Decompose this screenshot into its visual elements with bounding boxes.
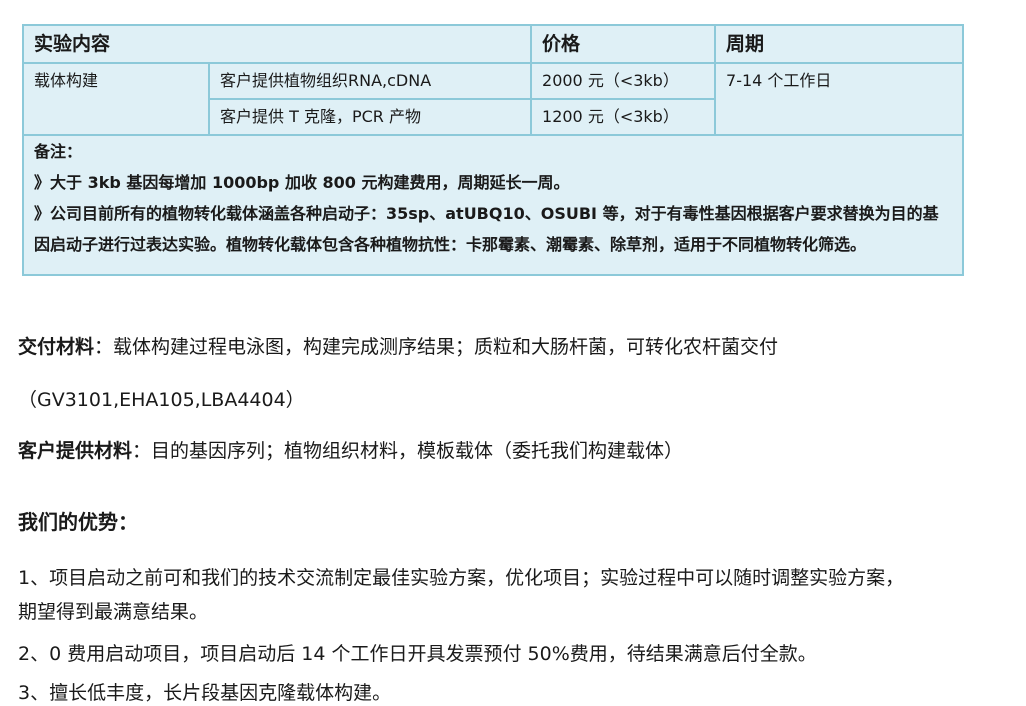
deliverables-text: ：载体构建过程电泳图，构建完成测序结果；质粒和大肠杆菌，可转化农杆菌交付 xyxy=(94,336,779,358)
deliverables-strains: （GV3101,EHA105,LBA4404） xyxy=(18,389,305,411)
pricing-table: 实验内容 价格 周期 载体构建 客户提供植物组织RNA,cDNA 2000 元（… xyxy=(21,24,965,276)
notes-title: 备注： xyxy=(34,142,83,161)
row-price: 1200 元（<3kb） xyxy=(530,98,717,136)
customer-materials-text: ：目的基因序列；植物组织材料，模板载体（委托我们构建载体） xyxy=(132,440,684,462)
customer-materials-label: 客户提供材料 xyxy=(18,440,133,462)
row-category: 载体构建 xyxy=(22,62,210,136)
advantage-item-1-cont: 期望得到最满意结果。 xyxy=(18,601,209,623)
notes-line-1: 》大于 3kb 基因每增加 1000bp 加收 800 元构建费用，周期延长一周… xyxy=(34,173,570,192)
deliverables-paragraph: 交付材料：载体构建过程电泳图，构建完成测序结果；质粒和大肠杆菌，可转化农杆菌交付 xyxy=(18,332,778,359)
row-item: 客户提供 T 克隆，PCR 产物 xyxy=(207,98,533,136)
row-period: 7-14 个工作日 xyxy=(714,62,965,136)
advantages-title: 我们的优势： xyxy=(18,510,138,534)
notes-row: 备注： 》大于 3kb 基因每增加 1000bp 加收 800 元构建费用，周期… xyxy=(21,134,965,276)
notes-line-2: 》公司目前所有的植物转化载体涵盖各种启动子：35sp、atUBQ10、OSUBI… xyxy=(34,204,939,223)
header-content: 实验内容 xyxy=(21,24,533,64)
notes-cell: 备注： 》大于 3kb 基因每增加 1000bp 加收 800 元构建费用，周期… xyxy=(21,134,965,276)
advantage-item-2: 2、0 费用启动项目，项目启动后 14 个工作日开具发票预付 50%费用，待结果… xyxy=(18,643,817,665)
header-period: 周期 xyxy=(714,24,965,64)
customer-materials-paragraph: 客户提供材料：目的基因序列；植物组织材料，模板载体（委托我们构建载体） xyxy=(18,436,683,463)
deliverables-label: 交付材料 xyxy=(18,336,95,358)
row-item: 客户提供植物组织RNA,cDNA xyxy=(207,62,533,100)
table-header-row: 实验内容 价格 周期 xyxy=(21,24,965,64)
advantage-item-3: 3、擅长低丰度，长片段基因克隆载体构建。 xyxy=(18,682,392,704)
header-price: 价格 xyxy=(530,24,717,64)
notes-line-3: 因启动子进行过表达实验。植物转化载体包含各种植物抗性：卡那霉素、潮霉素、除草剂，… xyxy=(34,235,867,254)
table-row: 载体构建 客户提供植物组织RNA,cDNA 2000 元（<3kb） 7-14 … xyxy=(22,62,965,136)
row-price: 2000 元（<3kb） xyxy=(530,62,717,100)
advantage-item-1: 1、项目启动之前可和我们的技术交流制定最佳实验方案，优化项目；实验过程中可以随时… xyxy=(18,567,905,589)
